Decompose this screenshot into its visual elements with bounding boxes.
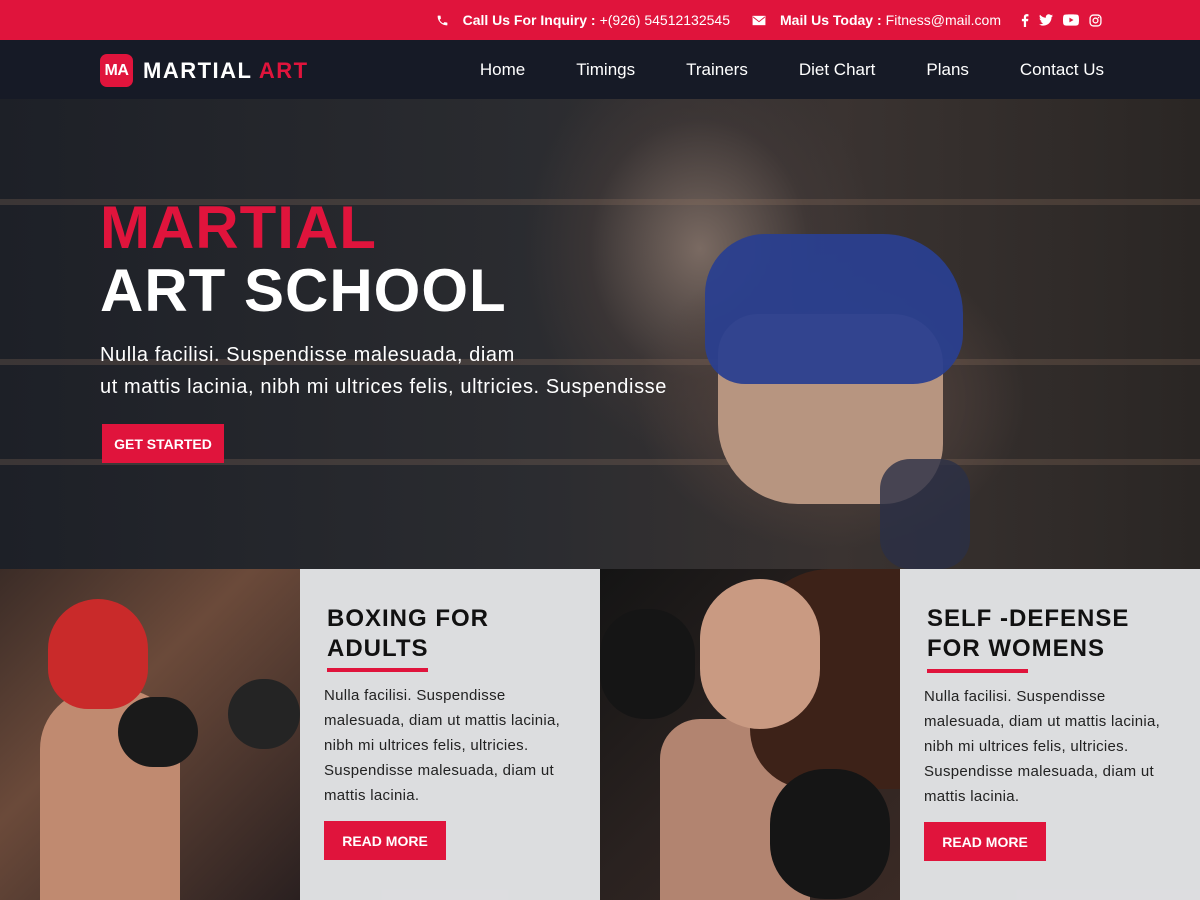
logo-word-martial: MARTIAL [143,57,253,83]
program-card-self-defense: SELF -DEFENSE FOR WOMENS Nulla facilisi.… [900,569,1200,900]
program-card-boxing: BOXING FOR ADULTS Nulla facilisi. Suspen… [300,569,600,900]
youtube-icon[interactable] [1063,14,1079,26]
hero-title-line1: MARTIAL [100,194,377,261]
self-defense-photo [600,569,900,900]
boxing-photo [0,569,300,900]
call-inquiry[interactable]: Call Us For Inquiry : +(926) 54512132545 [436,12,730,28]
mail-address[interactable]: Fitness@mail.com [886,12,1001,28]
opponent-glove [228,679,300,749]
fighter-glove-left [600,609,695,719]
social-links [1011,13,1102,27]
boxer-headgear [48,599,148,709]
mail-inquiry[interactable]: Mail Us Today : Fitness@mail.com [752,12,1001,28]
mail-icon [752,15,766,25]
logo-word-art: ART [258,57,309,83]
hero-description: Nulla facilisi. Suspendisse malesuada, d… [100,339,760,403]
programs-section: BOXING FOR ADULTS Nulla facilisi. Suspen… [0,569,1200,900]
mail-label: Mail Us Today : [780,12,882,28]
logo-text: MARTIAL ART [143,58,309,84]
hero-description-line2: ut mattis lacinia, nibh mi ultrices feli… [100,376,667,398]
card-title: BOXING FOR ADULTS [327,605,490,662]
fighter-face [700,579,820,729]
card-title: SELF -DEFENSE FOR WOMENS [927,605,1130,662]
boxer-glove [118,697,198,767]
card-description: Nulla facilisi. Suspendisse malesuada, d… [924,688,1161,805]
twitter-icon[interactable] [1039,14,1053,26]
main-navigation: MA MARTIAL ART Home Timings Trainers Die… [0,40,1200,99]
hero-title-line2: ART SCHOOL [100,257,507,324]
nav-menu: Home Timings Trainers Diet Chart Plans C… [429,40,1104,99]
call-label: Call Us For Inquiry : [462,12,596,28]
hero-banner: MARTIAL ART SCHOOL Nulla facilisi. Suspe… [0,99,1200,569]
call-number[interactable]: +(926) 54512132545 [600,12,730,28]
nav-item-plans[interactable]: Plans [926,60,969,80]
nav-item-trainers[interactable]: Trainers [686,60,748,80]
card-description: Nulla facilisi. Suspendisse malesuada, d… [324,687,561,804]
hero-description-line1: Nulla facilisi. Suspendisse malesuada, d… [100,344,515,366]
facebook-icon[interactable] [1021,13,1029,27]
fighter-glove-right [770,769,890,899]
phone-icon [437,15,447,25]
read-more-button[interactable]: READ MORE [924,822,1046,861]
site-logo[interactable]: MA MARTIAL ART [100,54,309,87]
title-underline [927,669,1028,673]
nav-item-timings[interactable]: Timings [576,60,635,80]
logo-badge: MA [100,54,133,87]
top-contact-bar: Call Us For Inquiry : +(926) 54512132545… [0,0,1200,40]
instagram-icon[interactable] [1089,13,1102,27]
read-more-button[interactable]: READ MORE [324,821,446,860]
nav-item-home[interactable]: Home [480,60,525,80]
hero-arm-image [880,459,970,569]
nav-item-contact-us[interactable]: Contact Us [1020,60,1104,80]
nav-item-diet-chart[interactable]: Diet Chart [799,60,876,80]
get-started-button[interactable]: GET STARTED [102,424,224,463]
title-underline [327,668,428,672]
